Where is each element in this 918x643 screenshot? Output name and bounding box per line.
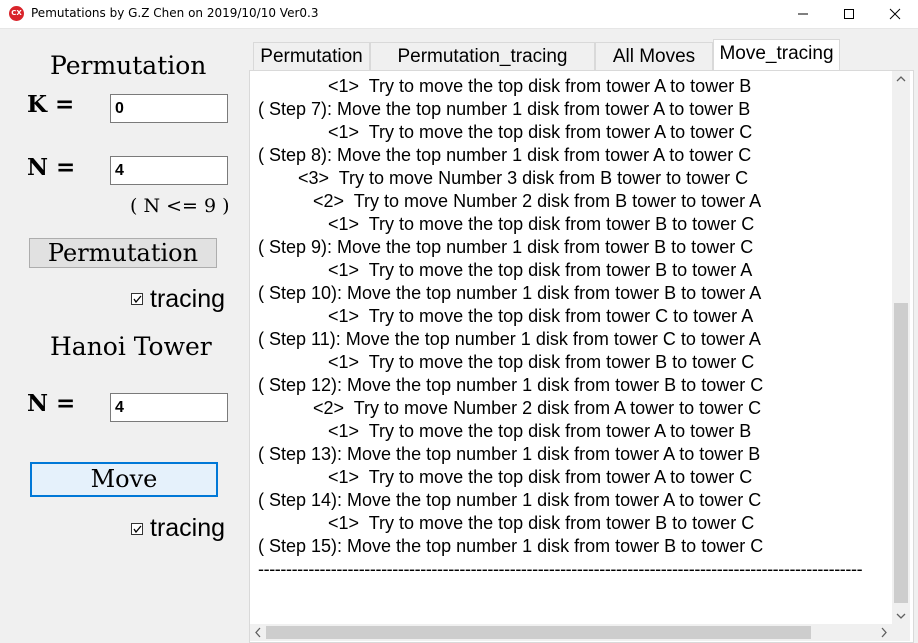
output-separator: ----------------------------------------… [258, 559, 863, 579]
checkmark-icon [133, 525, 142, 534]
tab-permutation[interactable]: Permutation [253, 42, 370, 70]
maximize-icon [844, 9, 854, 19]
output-line: <1> Try to move the top disk from tower … [258, 260, 753, 280]
move-button[interactable]: Move [30, 462, 218, 497]
scroll-up-icon[interactable] [892, 71, 910, 87]
n-input[interactable]: 4 [110, 156, 228, 185]
output-line: <1> Try to move the top disk from tower … [258, 306, 754, 326]
vertical-scroll-thumb[interactable] [894, 303, 908, 603]
hanoi-tower-heading: Hanoi Tower [50, 332, 212, 361]
k-input[interactable]: 0 [110, 94, 228, 123]
output-line: <1> Try to move the top disk from tower … [258, 467, 753, 487]
close-icon [889, 8, 901, 20]
scrollbar-corner [892, 624, 910, 641]
minimize-button[interactable] [780, 0, 826, 28]
checkmark-icon [133, 295, 142, 304]
scroll-left-icon[interactable] [250, 624, 266, 641]
k-label: K = [27, 91, 75, 118]
maximize-button[interactable] [826, 0, 872, 28]
output-line: <1> Try to move the top disk from tower … [258, 513, 755, 533]
permutation-button[interactable]: Permutation [29, 238, 217, 268]
output-line: <1> Try to move the top disk from tower … [258, 352, 755, 372]
tracing-label-permutation: tracing [150, 285, 226, 313]
tab-all-moves[interactable]: All Moves [595, 42, 713, 70]
n-limit-hint: ( N <= 9 ) [130, 195, 230, 217]
n-label: N = [27, 154, 76, 181]
tracing-checkbox-hanoi[interactable] [131, 523, 143, 535]
window-title: Pemutations by G.Z Chen on 2019/10/10 Ve… [31, 6, 319, 20]
output-line: ( Step 8): Move the top number 1 disk fr… [258, 145, 752, 165]
output-line: <2> Try to move Number 2 disk from A tow… [258, 398, 762, 418]
scroll-down-icon[interactable] [892, 608, 910, 624]
tab-permutation-tracing[interactable]: Permutation_tracing [370, 42, 595, 70]
output-line: ( Step 11): Move the top number 1 disk f… [258, 329, 761, 349]
horizontal-scrollbar[interactable] [250, 624, 892, 641]
output-line: ( Step 12): Move the top number 1 disk f… [258, 375, 764, 395]
tracing-checkbox-permutation[interactable] [131, 293, 143, 305]
output-line: <2> Try to move Number 2 disk from B tow… [258, 191, 762, 211]
output-line: ( Step 15): Move the top number 1 disk f… [258, 536, 764, 556]
control-panel: Permutation K = 0 N = 4 ( N <= 9 ) Permu… [0, 29, 245, 643]
app-icon: CX [9, 6, 24, 21]
output-line: <1> Try to move the top disk from tower … [258, 122, 753, 142]
hanoi-n-input[interactable]: 4 [110, 393, 228, 422]
scroll-right-icon[interactable] [876, 624, 892, 641]
output-line: ( Step 14): Move the top number 1 disk f… [258, 490, 762, 510]
output-line: ( Step 9): Move the top number 1 disk fr… [258, 237, 754, 257]
vertical-scrollbar[interactable] [892, 71, 910, 624]
tab-move-tracing[interactable]: Move_tracing [713, 39, 840, 70]
output-line: ( Step 13): Move the top number 1 disk f… [258, 444, 761, 464]
output-line: <1> Try to move the top disk from tower … [258, 214, 755, 234]
output-line: ( Step 10): Move the top number 1 disk f… [258, 283, 762, 303]
output-line: <1> Try to move the top disk from tower … [258, 421, 752, 441]
output-textarea[interactable]: <1> Try to move the top disk from tower … [250, 71, 892, 624]
output-line: <3> Try to move Number 3 disk from B tow… [258, 168, 749, 188]
permutation-heading: Permutation [50, 51, 207, 80]
output-line: <1> Try to move the top disk from tower … [258, 76, 752, 96]
hanoi-n-label: N = [27, 390, 76, 417]
minimize-icon [798, 13, 808, 15]
tracing-label-hanoi: tracing [150, 514, 226, 542]
close-button[interactable] [872, 0, 918, 28]
title-bar: CX Pemutations by G.Z Chen on 2019/10/10… [0, 0, 918, 29]
horizontal-scroll-thumb[interactable] [266, 626, 811, 639]
output-line: ( Step 7): Move the top number 1 disk fr… [258, 99, 751, 119]
